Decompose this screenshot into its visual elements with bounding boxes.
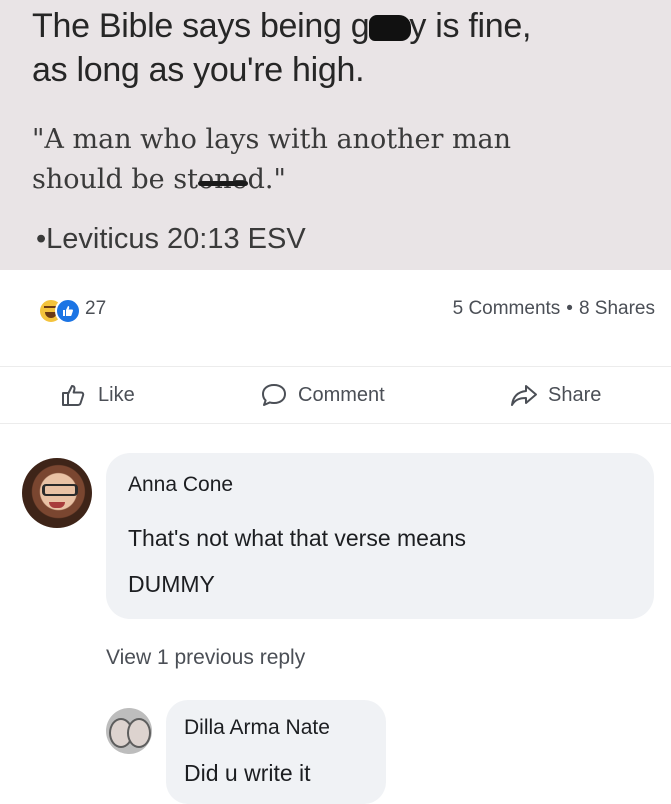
avatar[interactable] (22, 458, 92, 528)
headline-line-2: as long as you're high. (32, 51, 365, 89)
reaction-icons[interactable] (38, 298, 82, 324)
bible-reference: •Leviticus 20:13 ESV (36, 223, 306, 255)
comments-count[interactable]: 5 Comments (453, 298, 561, 319)
avatar-face (127, 718, 151, 748)
quote-line-2-end: d." (247, 164, 286, 195)
shares-count[interactable]: 8 Shares (579, 298, 655, 319)
comment-text: That's not what that verse means DUMMY (128, 525, 467, 597)
reaction-count[interactable]: 27 (85, 298, 106, 320)
comment-button[interactable]: Comment (258, 379, 385, 411)
headline-part-1: The Bible says being g (32, 7, 370, 45)
post-action-bar: Like Comment Share (0, 366, 671, 424)
share-arrow-icon (508, 379, 540, 411)
comment-label: Comment (298, 383, 385, 406)
reply-author[interactable]: Dilla Arma Nate (184, 716, 330, 740)
thumbs-up-icon (58, 379, 90, 411)
reply-text: Did u write it (184, 760, 311, 786)
comment-share-counts: 5 Comments • 8 Shares (453, 298, 655, 320)
separator-dot: • (566, 298, 573, 319)
meme-headline: The Bible says being g y is fine, as long… (32, 4, 652, 92)
headline-part-2: y is fine, (409, 7, 532, 45)
comment-bubble[interactable]: Anna Cone That's not what that verse mea… (106, 453, 654, 619)
meme-quote: "A man who lays with another man should … (32, 120, 632, 200)
like-icon (55, 298, 81, 324)
comment-bubble-icon (258, 379, 290, 411)
reply-avatar[interactable] (106, 708, 152, 754)
like-button[interactable]: Like (58, 379, 135, 411)
post-image[interactable]: The Bible says being g y is fine, as long… (0, 0, 671, 270)
view-previous-reply-link[interactable]: View 1 previous reply (106, 646, 305, 670)
struck-text: one (197, 160, 248, 200)
reply-bubble[interactable]: Dilla Arma Nate Did u write it (166, 700, 386, 804)
comment-author[interactable]: Anna Cone (128, 473, 233, 497)
quote-line-2-start: should be st (32, 164, 198, 195)
quote-line-1: "A man who lays with another man (32, 124, 512, 155)
post-stats-row: 27 5 Comments • 8 Shares (0, 290, 671, 330)
like-label: Like (98, 383, 135, 406)
censor-mark (369, 15, 412, 41)
share-button[interactable]: Share (508, 379, 601, 411)
share-label: Share (548, 383, 602, 406)
